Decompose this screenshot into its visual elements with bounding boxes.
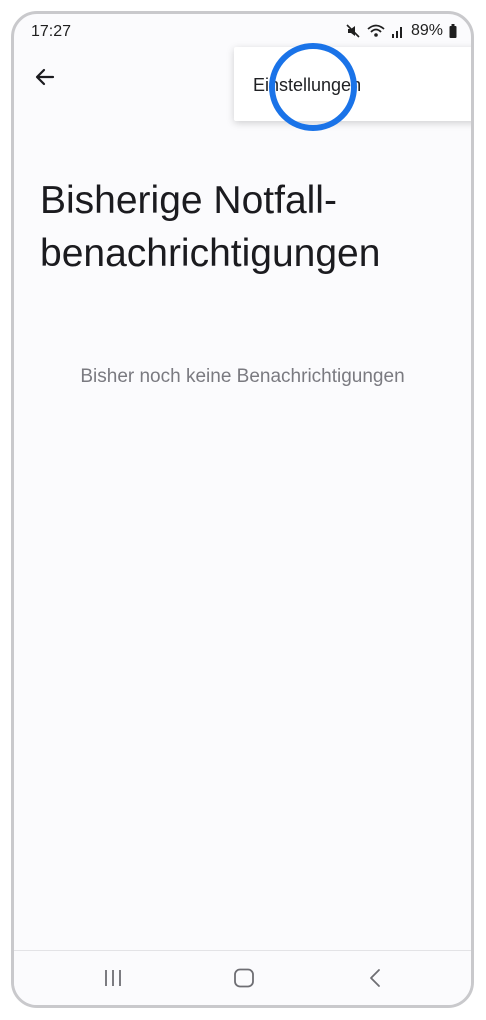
status-icons: 89% [345, 22, 457, 40]
tap-highlight-circle [269, 43, 357, 131]
page-title: Bisherige Notfall-benachrichtigungen [40, 179, 381, 275]
signal-icon [391, 27, 402, 38]
status-time: 17:27 [31, 23, 72, 40]
arrow-left-icon[interactable] [33, 65, 57, 89]
wifi-icon [367, 24, 385, 37]
mute-icon [346, 24, 360, 38]
empty-state-message: Bisher noch keine Benachrichtigungen [80, 366, 405, 387]
battery-icon [449, 24, 457, 38]
battery-percent: 89% [410, 22, 443, 39]
navigation-bar [14, 950, 471, 1005]
phone-screen: 17:27 89% Einstellungen Bisherige Notfal… [11, 11, 474, 1008]
status-bar: 17:27 89% [14, 14, 471, 50]
recents-icon[interactable] [102, 968, 124, 988]
back-icon[interactable] [367, 968, 383, 988]
home-icon[interactable] [233, 968, 255, 988]
